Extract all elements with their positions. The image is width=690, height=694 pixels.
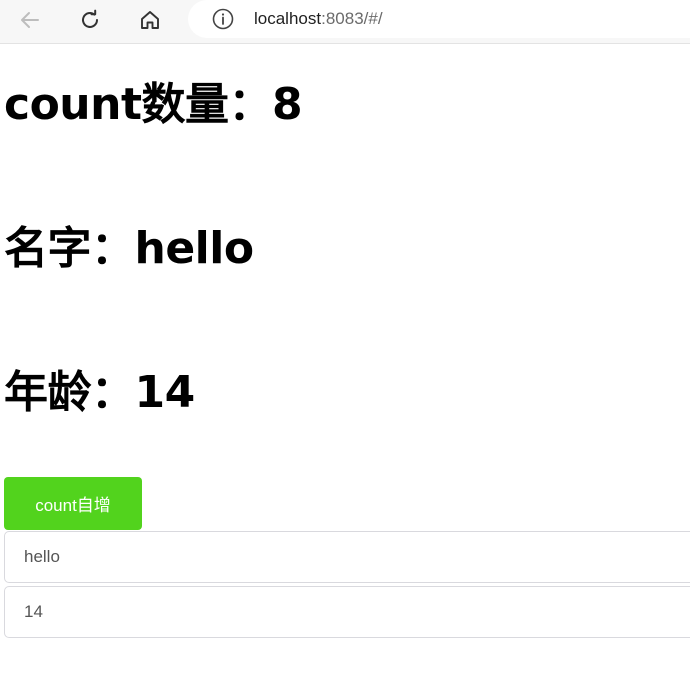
back-arrow-icon bbox=[18, 8, 42, 32]
url-path: :8083/#/ bbox=[321, 9, 383, 28]
age-input[interactable] bbox=[4, 586, 690, 638]
info-icon[interactable] bbox=[212, 8, 234, 30]
url-text: localhost:8083/#/ bbox=[254, 9, 383, 29]
home-icon bbox=[138, 8, 162, 32]
back-button[interactable] bbox=[14, 4, 46, 36]
url-host: localhost bbox=[254, 9, 322, 28]
home-button[interactable] bbox=[134, 4, 166, 36]
browser-toolbar: localhost:8083/#/ bbox=[0, 0, 690, 44]
page-content: count数量：8 名字：hello 年龄：14 count自增 bbox=[0, 45, 690, 694]
reload-button[interactable] bbox=[74, 4, 106, 36]
name-input[interactable] bbox=[4, 531, 690, 583]
address-bar[interactable]: localhost:8083/#/ bbox=[188, 0, 690, 38]
count-increment-button[interactable]: count自增 bbox=[4, 477, 142, 530]
reload-icon bbox=[78, 8, 102, 32]
count-heading: count数量：8 bbox=[4, 79, 303, 130]
name-heading: 名字：hello bbox=[4, 223, 254, 274]
age-heading: 年龄：14 bbox=[4, 367, 195, 418]
